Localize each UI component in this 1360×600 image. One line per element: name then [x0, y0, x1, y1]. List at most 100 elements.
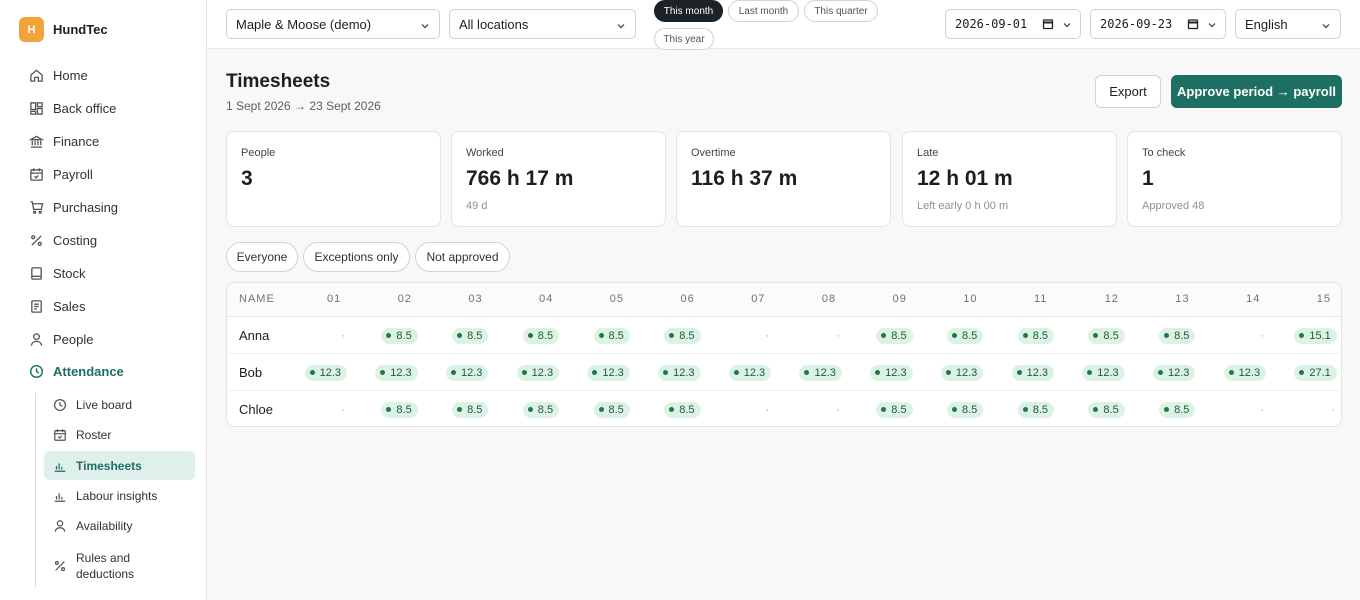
day-cell[interactable]: 8.5 — [913, 317, 984, 354]
nav-item-sales[interactable]: Sales — [28, 295, 86, 317]
employee-name: Bob — [239, 365, 263, 380]
hours-value: 8.5 — [1032, 329, 1048, 342]
day-cell[interactable]: 8.5 — [984, 391, 1054, 426]
calendar-icon[interactable] — [1042, 18, 1054, 33]
day-cell[interactable]: 12.3 — [489, 354, 560, 391]
sub-item-label: Timesheets — [76, 458, 142, 473]
day-cell[interactable]: 8.5 — [1125, 391, 1196, 426]
sub-item-labour-insights[interactable]: Labour insights — [44, 485, 195, 507]
day-cell[interactable]: 27.1 — [1267, 354, 1337, 391]
day-cell[interactable]: · — [1196, 317, 1266, 354]
day-cell[interactable]: 15.1 — [1267, 317, 1337, 354]
period-this-year[interactable]: This year — [654, 28, 714, 50]
day-cell[interactable]: 8.5 — [418, 391, 489, 426]
day-cell[interactable]: 8.5 — [418, 317, 489, 354]
date-to-input[interactable]: 2026-09-23 — [1090, 9, 1226, 39]
day-cell[interactable]: 8.5 — [631, 391, 701, 426]
day-cell[interactable]: · — [772, 317, 842, 354]
day-cell[interactable]: 12.3 — [631, 354, 701, 391]
nav-item-attendance[interactable]: Attendance — [28, 360, 124, 382]
nav-item-costing[interactable]: Costing — [28, 229, 97, 251]
filter-not-approved[interactable]: Not approved — [415, 242, 510, 272]
day-cell[interactable]: · — [772, 391, 842, 426]
day-cell[interactable]: 12.3 — [772, 354, 842, 391]
export-button[interactable]: Export — [1095, 75, 1161, 108]
sub-item-live-board[interactable]: Live board — [44, 394, 195, 416]
stat-label: Worked — [466, 147, 504, 159]
day-cell[interactable]: 8.5 — [348, 391, 418, 426]
nav-item-payroll[interactable]: Payroll — [28, 163, 93, 185]
day-cell[interactable]: 8.5 — [560, 317, 630, 354]
table-row[interactable]: Anna · 8.5 8.5 8.5 8.5 8.5 · · 8.5 8.5 8.5 8.5 8.5 · 15… — [227, 317, 1341, 354]
day-cell[interactable]: 8.5 — [1055, 317, 1125, 354]
sub-item-roster[interactable]: Roster — [44, 424, 195, 446]
nav-item-home[interactable]: Home — [28, 64, 88, 86]
location-select[interactable]: All locations — [449, 9, 636, 39]
stat-value: 3 — [241, 167, 253, 190]
nav-label: People — [53, 331, 94, 347]
day-cell[interactable]: 8.5 — [843, 317, 913, 354]
day-cell[interactable]: 8.5 — [489, 391, 560, 426]
hours-value: 12.3 — [319, 366, 341, 379]
day-cell[interactable]: · — [1196, 391, 1266, 426]
hours-value: 12.3 — [673, 366, 695, 379]
nav-label: Stock — [53, 265, 86, 281]
day-cell[interactable]: 8.5 — [1125, 317, 1196, 354]
day-cell[interactable]: · — [277, 391, 347, 426]
hours-value: 8.5 — [1174, 329, 1190, 342]
hours-chip: 12.3 — [1152, 364, 1196, 381]
day-cell[interactable]: · — [701, 317, 771, 354]
day-cell[interactable]: · — [277, 317, 347, 354]
nav-label: Attendance — [53, 363, 124, 379]
day-cell[interactable]: 12.3 — [277, 354, 347, 391]
hours-chip: 8.5 — [381, 327, 418, 344]
day-cell[interactable]: 12.3 — [1125, 354, 1196, 391]
day-cell[interactable]: 8.5 — [489, 317, 560, 354]
day-cell[interactable]: · — [701, 391, 771, 426]
nav-item-back-office[interactable]: Back office — [28, 97, 116, 119]
language-select[interactable]: English — [1235, 9, 1341, 39]
day-cell[interactable]: 8.5 — [348, 317, 418, 354]
grid-icon — [28, 100, 44, 116]
nav-item-finance[interactable]: Finance — [28, 130, 99, 152]
day-cell[interactable]: 12.3 — [1196, 354, 1267, 391]
day-cell[interactable]: 8.5 — [984, 317, 1054, 354]
hours-value: 8.5 — [1103, 329, 1119, 342]
period-this-month[interactable]: This month — [654, 0, 723, 22]
sub-item-rules-and-deductions[interactable]: Rules and deductions — [44, 548, 195, 584]
grid-header: NAME 01 02 03 04 05 06 07 08 09 10 11 12 13 14 15 — [227, 283, 1341, 317]
day-cell[interactable]: 12.3 — [418, 354, 489, 391]
filter-everyone[interactable]: Everyone — [226, 242, 298, 272]
period-last-month[interactable]: Last month — [728, 0, 799, 22]
day-cell[interactable]: 8.5 — [631, 317, 701, 354]
day-cell[interactable]: · — [1267, 391, 1337, 426]
day-cell[interactable]: 12.3 — [701, 354, 772, 391]
empty-day-marker: · — [765, 403, 770, 416]
timesheet-grid: NAME 01 02 03 04 05 06 07 08 09 10 11 12 13 14 15 Anna… — [226, 282, 1342, 427]
day-cell[interactable]: 12.3 — [843, 354, 913, 391]
table-row[interactable]: Chloe · 8.5 8.5 8.5 8.5 8.5 · · 8.5 8.5 8.5 8.5 8.5 · · — [227, 391, 1341, 426]
day-cell[interactable]: 12.3 — [348, 354, 418, 391]
day-cell[interactable]: 12.3 — [1055, 354, 1125, 391]
company-select[interactable]: Maple & Moose (demo) — [226, 9, 440, 39]
sub-item-timesheets[interactable]: Timesheets — [44, 451, 195, 480]
approve-period-button[interactable]: Approve period → payroll — [1171, 75, 1342, 108]
brand[interactable]: H HundTec — [19, 17, 108, 42]
day-cell[interactable]: 12.3 — [913, 354, 984, 391]
sub-item-availability[interactable]: Availability — [44, 515, 195, 537]
table-row[interactable]: Bob 12.3 12.3 12.3 12.3 12.3 12.3 12.3 12.3 12.3 1… — [227, 354, 1341, 391]
nav-item-people[interactable]: People — [28, 328, 93, 350]
calendar-icon[interactable] — [1187, 18, 1199, 33]
status-dot-icon — [1228, 370, 1234, 375]
day-cell[interactable]: 8.5 — [913, 391, 984, 426]
nav-item-stock[interactable]: Stock — [28, 262, 86, 284]
period-this-quarter[interactable]: This quarter — [804, 0, 878, 22]
date-from-input[interactable]: 2026-09-01 — [945, 9, 1081, 39]
day-cell[interactable]: 8.5 — [1055, 391, 1125, 426]
day-cell[interactable]: 12.3 — [560, 354, 630, 391]
day-cell[interactable]: 8.5 — [843, 391, 913, 426]
day-cell[interactable]: 8.5 — [560, 391, 630, 426]
filter-exceptions-only[interactable]: Exceptions only — [303, 242, 410, 272]
day-cell[interactable]: 12.3 — [984, 354, 1054, 391]
nav-item-purchasing[interactable]: Purchasing — [28, 196, 118, 218]
